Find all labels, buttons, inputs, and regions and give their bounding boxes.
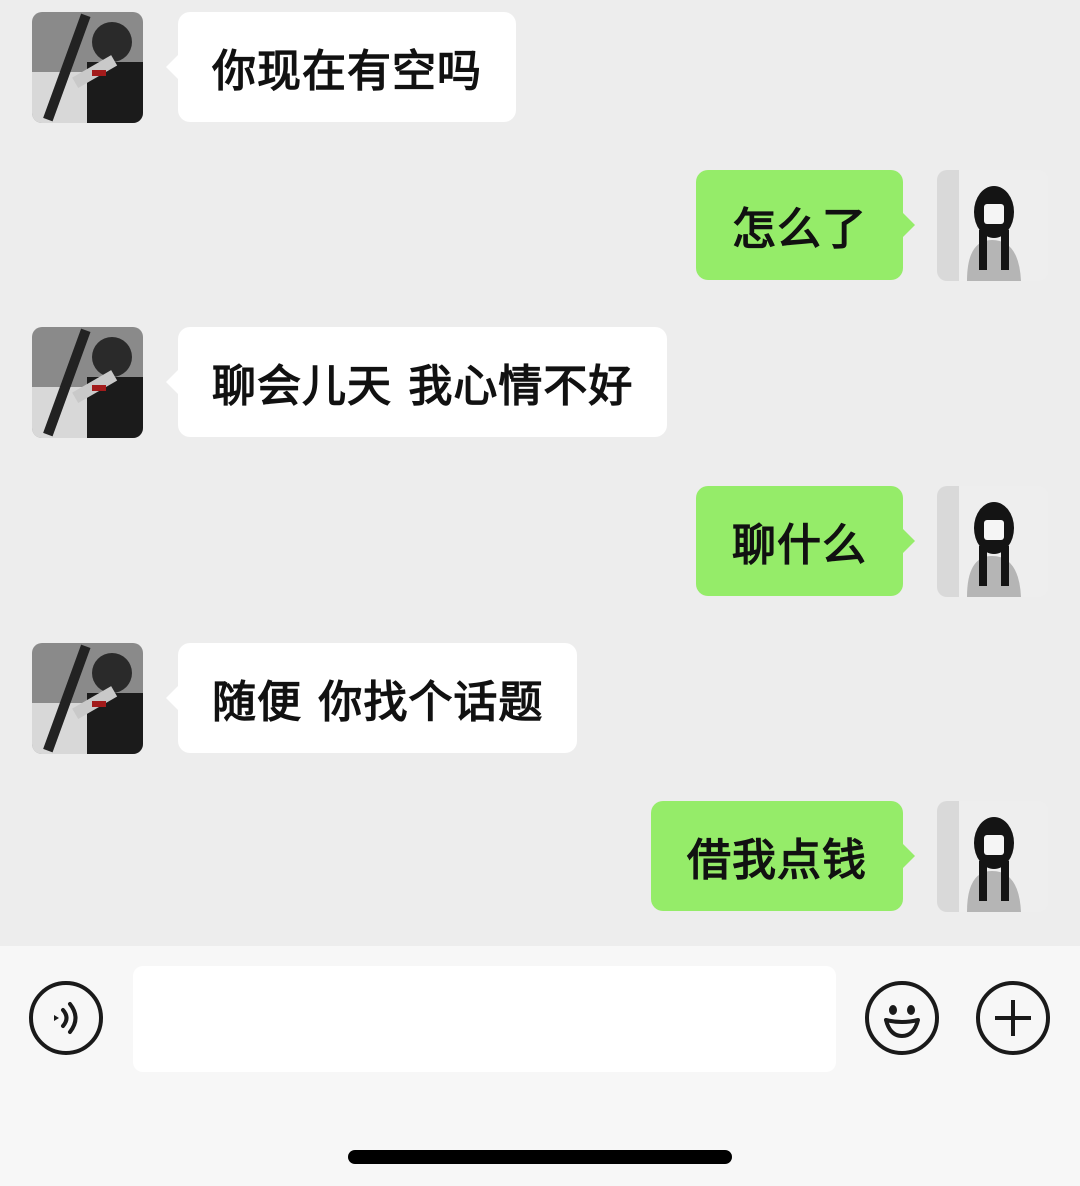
message-row-outgoing: 聊什么 [0, 486, 1080, 598]
message-row-incoming: 你现在有空吗 [0, 12, 1080, 124]
message-bubble-incoming[interactable]: 随便 你找个话题 [165, 643, 578, 753]
message-bubble-outgoing[interactable]: 聊什么 [696, 486, 915, 596]
message-bubble-incoming[interactable]: 你现在有空吗 [166, 12, 516, 122]
message-row-outgoing: 借我点钱 [0, 801, 1080, 913]
self-avatar[interactable] [937, 801, 1048, 912]
message-bubble-outgoing[interactable]: 怎么了 [696, 170, 915, 280]
contact-avatar[interactable] [32, 643, 143, 754]
input-bar [0, 946, 1080, 1186]
avatar-self-icon [937, 801, 1048, 912]
home-indicator[interactable] [348, 1150, 732, 1164]
self-avatar[interactable] [937, 170, 1048, 281]
avatar-contact-icon [32, 643, 143, 754]
message-row-incoming: 聊会儿天 我心情不好 [0, 327, 1080, 439]
plus-icon [995, 1000, 1031, 1036]
message-bubble-outgoing[interactable]: 借我点钱 [651, 801, 915, 911]
avatar-contact-icon [32, 12, 143, 123]
self-avatar[interactable] [937, 486, 1048, 597]
message-input[interactable] [133, 966, 836, 1072]
plus-button[interactable] [976, 981, 1050, 1055]
avatar-self-icon [937, 170, 1048, 281]
chat-area: 你现在有空吗 怎么了 聊会儿天 我心情不好 聊什么 随便 你找个话题 借我点钱 [0, 0, 1080, 946]
message-row-outgoing: 怎么了 [0, 170, 1080, 282]
voice-icon [54, 1002, 78, 1034]
voice-button[interactable] [29, 981, 103, 1055]
emoji-icon [884, 1005, 920, 1038]
avatar-contact-icon [32, 327, 143, 438]
message-bubble-incoming[interactable]: 聊会儿天 我心情不好 [165, 327, 668, 437]
message-row-incoming: 随便 你找个话题 [0, 643, 1080, 755]
contact-avatar[interactable] [32, 12, 143, 123]
avatar-self-icon [937, 486, 1048, 597]
emoji-button[interactable] [865, 981, 939, 1055]
contact-avatar[interactable] [32, 327, 143, 438]
